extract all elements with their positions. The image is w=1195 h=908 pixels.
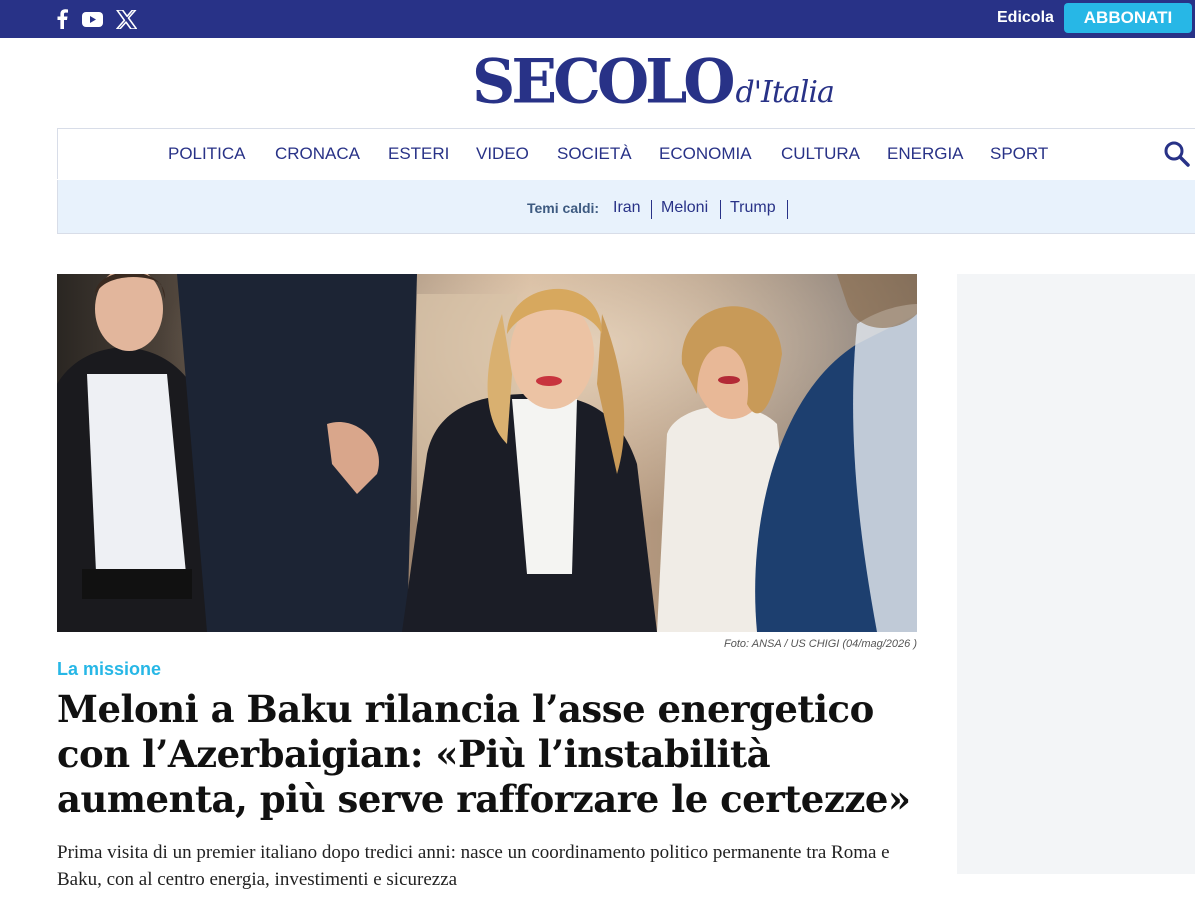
logo-main-text: SECOLO — [472, 46, 736, 118]
hot-topic-meloni[interactable]: Meloni — [661, 180, 708, 236]
nav-item-video[interactable]: VIDEO — [476, 129, 529, 179]
article-photo[interactable] — [57, 274, 917, 632]
subscribe-button[interactable]: ABBONATI — [1064, 3, 1192, 33]
hot-topic-divider — [651, 200, 652, 219]
article-headline[interactable]: Meloni a Baku rilancia l’asse energetico… — [57, 687, 927, 822]
hot-topic-divider — [720, 200, 721, 219]
facebook-icon[interactable] — [52, 0, 72, 38]
x-twitter-icon[interactable] — [114, 0, 138, 38]
hot-topics-label: Temi caldi: — [527, 200, 600, 216]
edicola-link[interactable]: Edicola — [997, 0, 1054, 38]
search-icon[interactable] — [1163, 140, 1191, 168]
logo-sub-text: d'Italia — [735, 75, 835, 110]
nav-item-politica[interactable]: POLITICA — [168, 129, 245, 179]
nav-item-sport[interactable]: SPORT — [990, 129, 1048, 179]
hot-topic-divider — [787, 200, 788, 219]
hot-topic-iran[interactable]: Iran — [613, 180, 641, 236]
site-logo[interactable]: SECOLO d'Italia — [472, 46, 835, 118]
article-summary: Prima visita di un premier italiano dopo… — [57, 842, 890, 890]
article-kicker[interactable]: La missione — [57, 659, 161, 680]
nav-item-energia[interactable]: ENERGIA — [887, 129, 964, 179]
hot-topics-bar: Temi caldi: Iran Meloni Trump — [57, 180, 1195, 234]
youtube-icon[interactable] — [80, 0, 104, 38]
photo-credit: Foto: ANSA / US CHIGI (04/mag/2026 ) — [724, 638, 917, 650]
top-bar: Edicola ABBONATI — [0, 0, 1195, 38]
main-navigation: POLITICA CRONACA ESTERI VIDEO SOCIETÀ EC… — [57, 128, 1195, 179]
nav-item-cronaca[interactable]: CRONACA — [275, 129, 360, 179]
nav-item-economia[interactable]: ECONOMIA — [659, 129, 752, 179]
hot-topic-trump[interactable]: Trump — [730, 180, 776, 236]
nav-item-esteri[interactable]: ESTERI — [388, 129, 449, 179]
nav-item-societa[interactable]: SOCIETÀ — [557, 129, 632, 179]
sidebar-ad-slot — [957, 274, 1195, 874]
nav-item-cultura[interactable]: CULTURA — [781, 129, 860, 179]
